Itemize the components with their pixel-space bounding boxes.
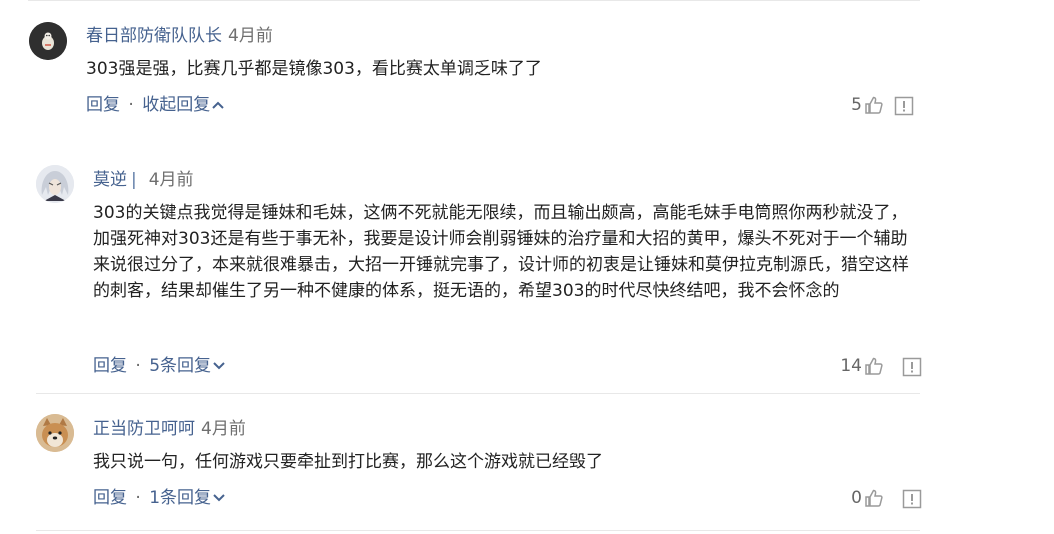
comment-actions: 回复 · 1条回复 xyxy=(93,487,225,509)
avatar[interactable] xyxy=(29,22,67,60)
author-name[interactable]: 春日部防衛队队长 xyxy=(86,26,222,46)
author-name[interactable]: 莫逆 xyxy=(93,170,127,190)
action-separator: · xyxy=(135,356,141,376)
thumbs-up-icon xyxy=(865,489,883,507)
divider xyxy=(36,530,920,531)
thumbs-up-icon xyxy=(865,96,883,114)
report-icon[interactable] xyxy=(902,489,922,509)
comment-meta: 春日部防衛队队长 4月前 xyxy=(86,25,273,47)
reply-button[interactable]: 回复 xyxy=(86,95,120,115)
comment-time: 4月前 xyxy=(201,419,246,439)
comment-actions: 回复 · 收起回复 xyxy=(86,94,224,116)
report-icon[interactable] xyxy=(902,357,922,377)
chevron-down-icon xyxy=(213,494,225,502)
avatar[interactable] xyxy=(36,165,74,203)
collapse-replies-button[interactable]: 收起回复 xyxy=(142,95,224,115)
like-button[interactable]: 0 xyxy=(851,487,884,509)
view-replies-button[interactable]: 1条回复 xyxy=(149,488,225,508)
avatar-image-icon xyxy=(36,414,74,452)
chevron-down-icon xyxy=(213,362,225,370)
comment-text: 303强是强，比赛几乎都是镜像303，看比赛太单调乏味了了 xyxy=(86,59,542,79)
view-replies-button[interactable]: 5条回复 xyxy=(149,356,225,376)
like-count: 14 xyxy=(840,356,862,376)
like-count: 5 xyxy=(851,95,862,115)
comment-time: 4月前 xyxy=(148,170,194,190)
comment-time: 4月前 xyxy=(228,26,273,46)
avatar-image-icon xyxy=(29,22,67,60)
comment-meta: 莫逆 | 4月前 xyxy=(93,169,194,191)
like-button[interactable]: 14 xyxy=(840,355,884,377)
comment-meta: 正当防卫呵呵 4月前 xyxy=(93,418,246,440)
comment-text: 303的关键点我觉得是锤妹和毛妹，这俩不死就能无限续，而且输出颇高，高能毛妹手电… xyxy=(93,203,909,301)
divider xyxy=(28,0,920,1)
report-icon[interactable] xyxy=(894,96,914,116)
like-count: 0 xyxy=(851,488,862,508)
comment-actions: 回复 · 5条回复 xyxy=(93,355,225,377)
reply-button[interactable]: 回复 xyxy=(93,356,127,376)
replies-label: 收起回复 xyxy=(142,95,211,115)
replies-label: 1条回复 xyxy=(149,488,212,508)
avatar-image-icon xyxy=(36,165,74,203)
reply-button[interactable]: 回复 xyxy=(93,488,127,508)
thumbs-up-icon xyxy=(865,357,883,375)
divider xyxy=(36,393,920,394)
author-name[interactable]: 正当防卫呵呵 xyxy=(93,419,195,439)
author-badge: | xyxy=(131,170,137,190)
action-separator: · xyxy=(128,95,134,115)
like-button[interactable]: 5 xyxy=(851,94,884,116)
replies-label: 5条回复 xyxy=(149,356,212,376)
chevron-up-icon xyxy=(212,101,224,109)
action-separator: · xyxy=(135,488,141,508)
avatar[interactable] xyxy=(36,414,74,452)
comment-text: 我只说一句，任何游戏只要牵扯到打比赛，那么这个游戏就已经毁了 xyxy=(93,452,603,472)
